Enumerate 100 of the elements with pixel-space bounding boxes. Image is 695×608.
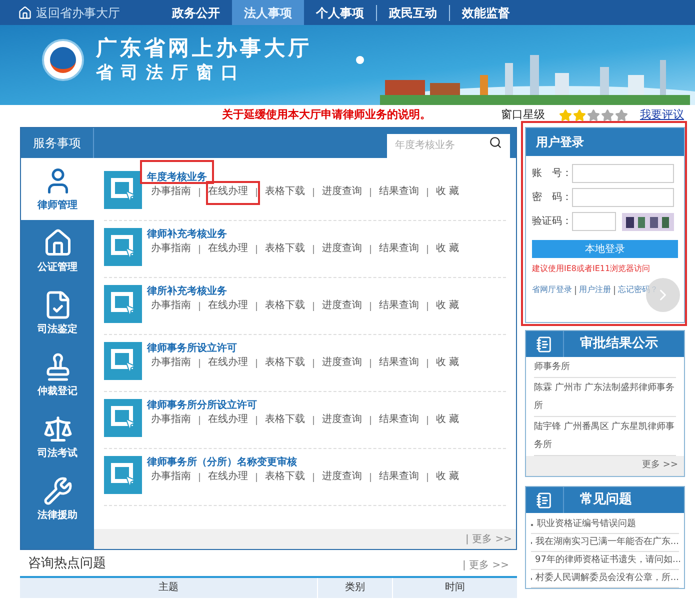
service-link[interactable]: 在线办理 xyxy=(208,242,248,256)
category-tab[interactable]: 公证管理 xyxy=(21,220,94,282)
login-link[interactable]: 忘记密码？ xyxy=(618,284,658,296)
service-link[interactable]: 收 藏 xyxy=(436,185,460,199)
approval-item[interactable]: 陈霖 广州市 广东法制盛邦律师事务所 xyxy=(534,378,676,417)
star-icon xyxy=(587,108,600,122)
faq-link[interactable]: 村委人民调解委员会没有公章，所... xyxy=(535,572,679,586)
panel-title: 用户登录 xyxy=(536,134,584,151)
service-title[interactable]: 律师补充考核业务 xyxy=(147,228,460,242)
service-title[interactable]: 年度考核业务 xyxy=(147,171,460,185)
service-link[interactable]: 进度查询 xyxy=(322,185,362,199)
service-link[interactable]: 结果查询 xyxy=(379,299,419,313)
scale-icon xyxy=(42,414,72,444)
service-link[interactable]: 结果查询 xyxy=(379,356,419,370)
category-tab[interactable]: 法律援助 xyxy=(21,468,94,530)
service-link[interactable]: 收 藏 xyxy=(436,413,460,427)
service-link[interactable]: 结果查询 xyxy=(379,413,419,427)
service-link[interactable]: 表格下载 xyxy=(265,413,305,427)
faq-link[interactable]: 我在湖南实习已满一年能否在广东... xyxy=(535,536,679,550)
category-tab[interactable]: 司法鉴定 xyxy=(21,282,94,344)
service-link[interactable]: 表格下载 xyxy=(265,356,305,370)
service-link[interactable]: 收 藏 xyxy=(436,356,460,370)
service-link[interactable]: 在线办理 xyxy=(208,299,248,313)
service-link[interactable]: 结果查询 xyxy=(379,185,419,199)
rating-label: 窗口星级 xyxy=(501,106,545,123)
star-icon xyxy=(615,108,628,122)
search-field[interactable]: 年度考核业务 xyxy=(387,134,510,158)
column-header: 时间 xyxy=(392,578,517,598)
service-link[interactable]: 办事指南 xyxy=(151,242,191,256)
service-link[interactable]: 在线办理 xyxy=(208,356,248,370)
nav-tab[interactable]: 效能监督 xyxy=(450,0,522,25)
category-tab[interactable]: 仲裁登记 xyxy=(21,344,94,406)
more-link[interactable]: | 更多 >> xyxy=(462,558,509,573)
notice-link[interactable]: 关于延缓使用本大厅申请律师业务的说明。 xyxy=(222,106,431,124)
column-header: 主题 xyxy=(158,580,180,595)
service-link[interactable]: 表格下载 xyxy=(265,242,305,256)
captcha-field[interactable] xyxy=(572,212,616,231)
window-cursor-icon xyxy=(104,285,142,323)
login-link[interactable]: 用户注册 xyxy=(579,284,611,296)
approval-item[interactable]: 师事务所 xyxy=(534,357,676,378)
faq-link[interactable]: 职业资格证编号错误问题 xyxy=(537,518,636,532)
category-tab[interactable]: 律师管理 xyxy=(21,158,94,220)
service-title[interactable]: 律师事务所分所设立许可 xyxy=(147,399,460,413)
service-link[interactable]: 进度查询 xyxy=(322,242,362,256)
field-label: 验证码： xyxy=(532,215,570,229)
service-link[interactable]: 结果查询 xyxy=(379,470,419,484)
service-link[interactable]: 表格下载 xyxy=(265,470,305,484)
category-tab[interactable]: 司法考试 xyxy=(21,406,94,468)
nav-tab[interactable]: 政务公开 xyxy=(160,0,232,25)
service-link[interactable]: 进度查询 xyxy=(322,470,362,484)
review-link[interactable]: 我要评议 xyxy=(640,106,684,124)
wrench-icon xyxy=(42,476,72,506)
banner-title: 广东省网上办事大厅 xyxy=(96,35,312,61)
service-title[interactable]: 律所补充考核业务 xyxy=(147,285,460,299)
field-label: 密 码： xyxy=(532,190,570,205)
panel-title: 审批结果公示 xyxy=(563,331,658,357)
search-icon[interactable] xyxy=(489,136,502,149)
star-icon xyxy=(601,108,614,122)
house-icon xyxy=(42,228,72,258)
home-icon xyxy=(18,6,32,20)
service-link[interactable]: 办事指南 xyxy=(151,413,191,427)
browser-hint: 建议使用IE8或者IE11浏览器访问 xyxy=(532,263,652,275)
service-link[interactable]: 办事指南 xyxy=(151,470,191,484)
login-link[interactable]: 省网厅登录 xyxy=(532,284,572,296)
service-link[interactable]: 进度查询 xyxy=(322,356,362,370)
field-label: 账 号： xyxy=(532,166,570,181)
service-link[interactable]: 办事指南 xyxy=(151,356,191,370)
window-cursor-icon xyxy=(104,228,142,266)
service-link[interactable]: 收 藏 xyxy=(436,242,460,256)
service-link[interactable]: 结果查询 xyxy=(379,242,419,256)
service-link[interactable]: 进度查询 xyxy=(322,413,362,427)
window-cursor-icon xyxy=(104,399,142,437)
column-header: 类别 xyxy=(317,578,392,598)
faq-link[interactable]: 97年的律师资格证书遗失，请问如... xyxy=(535,554,682,568)
service-link[interactable]: 表格下载 xyxy=(265,299,305,313)
notebook-icon xyxy=(536,336,553,352)
window-cursor-icon xyxy=(104,456,142,494)
star-icon xyxy=(559,108,572,122)
service-link[interactable]: 在线办理 xyxy=(208,470,248,484)
service-link[interactable]: 进度查询 xyxy=(322,299,362,313)
service-title[interactable]: 律师事务所设立许可 xyxy=(147,342,460,356)
service-link[interactable]: 办事指南 xyxy=(151,299,191,313)
service-link[interactable]: 办事指南 xyxy=(151,185,191,199)
nav-tab[interactable]: 个人事项 xyxy=(304,0,376,25)
service-link[interactable]: 收 藏 xyxy=(436,470,460,484)
service-link[interactable]: 收 藏 xyxy=(436,299,460,313)
service-link[interactable]: 在线办理 xyxy=(208,185,248,199)
star-icon xyxy=(573,108,586,122)
window-cursor-icon xyxy=(104,342,142,380)
nav-tab[interactable]: 政民互动 xyxy=(377,0,449,25)
more-link[interactable]: 更多 >> xyxy=(642,459,678,473)
service-title[interactable]: 律师事务所（分所）名称变更审核 xyxy=(147,456,460,470)
password-field[interactable] xyxy=(572,188,674,207)
panel-title: 常见问题 xyxy=(563,487,632,513)
username-field[interactable] xyxy=(572,164,674,183)
service-link[interactable]: 在线办理 xyxy=(208,413,248,427)
service-link[interactable]: 表格下载 xyxy=(265,185,305,199)
notebook-icon xyxy=(536,492,553,508)
section-title: 咨询热点问题 xyxy=(28,554,106,572)
home-link[interactable]: 返回省办事大厅 xyxy=(0,4,160,22)
